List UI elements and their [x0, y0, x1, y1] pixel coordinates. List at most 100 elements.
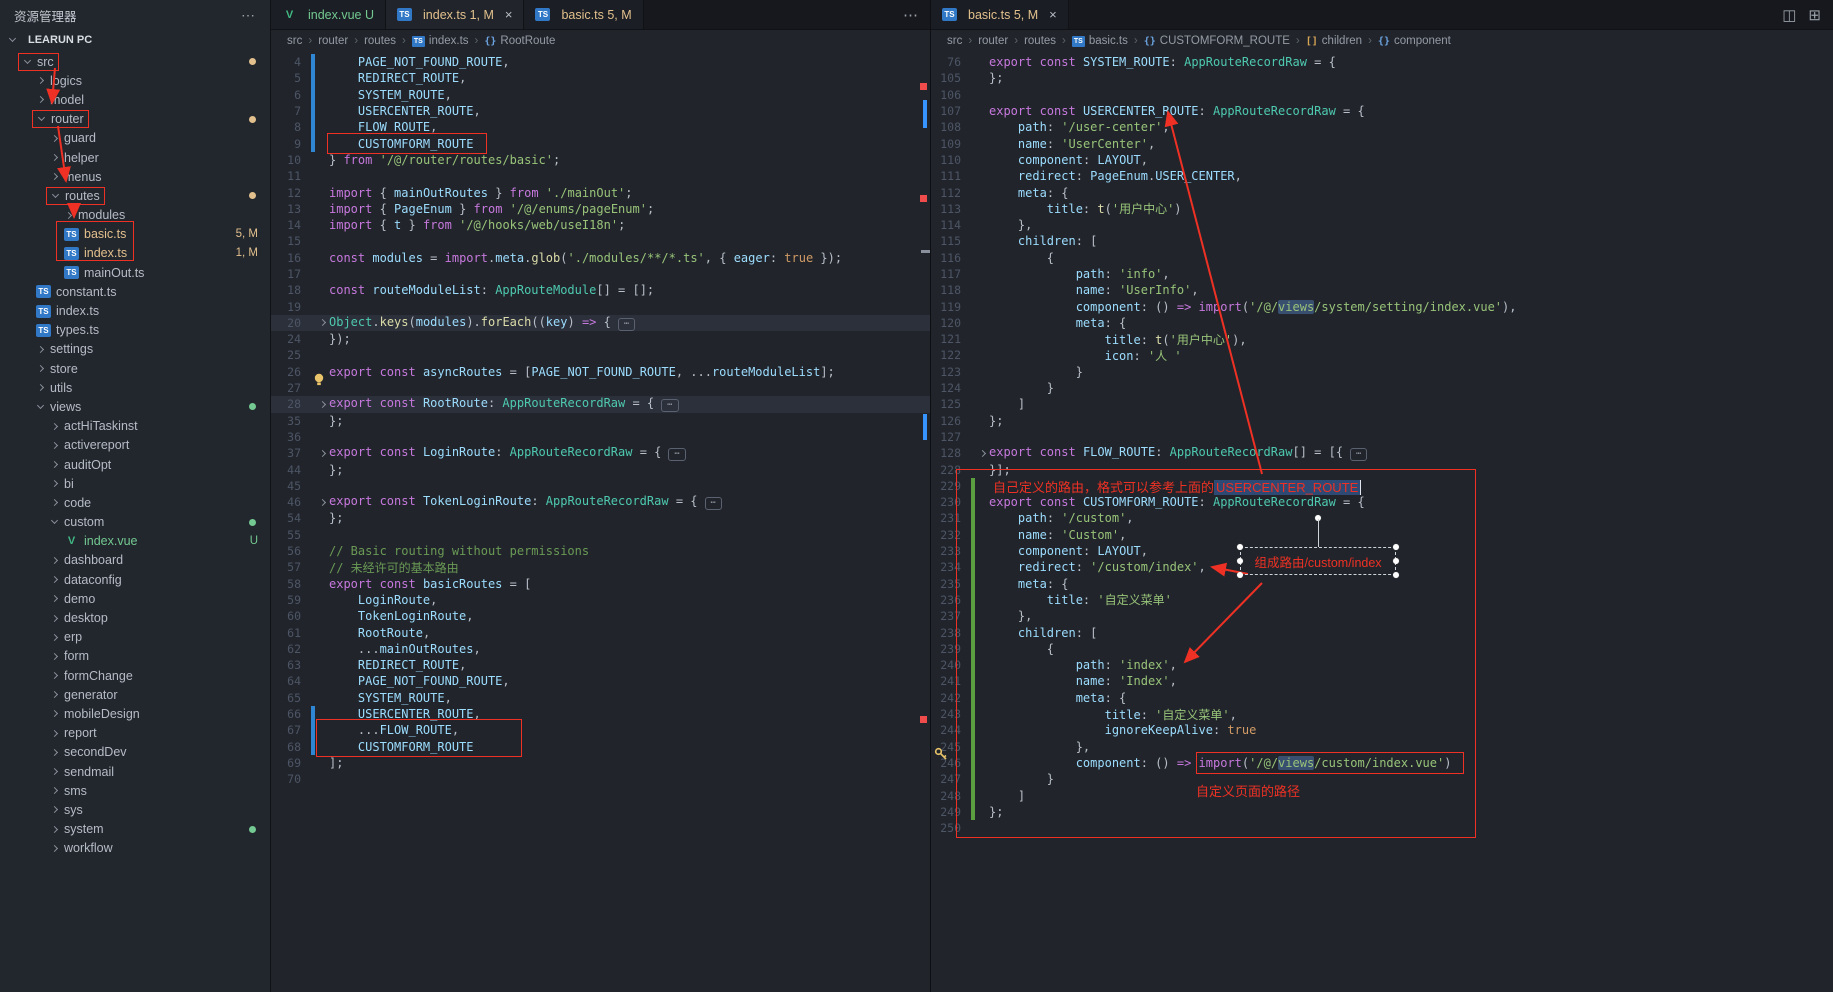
tree-item-secondDev[interactable]: secondDev — [0, 743, 270, 762]
breadcrumb-router[interactable]: router — [318, 35, 348, 47]
code-line-68[interactable]: 68 CUSTOMFORM_ROUTE — [271, 738, 930, 754]
tree-item-formChange[interactable]: formChange — [0, 666, 270, 685]
code-line-61[interactable]: 61 RootRoute, — [271, 624, 930, 640]
code-line-233[interactable]: 233 component: LAYOUT, — [931, 543, 1833, 559]
tree-item-settings[interactable]: settings — [0, 340, 270, 359]
code-line-242[interactable]: 242 meta: { — [931, 690, 1833, 706]
code-line-234[interactable]: 234 redirect: '/custom/index', — [931, 559, 1833, 575]
tree-item-report[interactable]: report — [0, 724, 270, 743]
tree-item-guard[interactable]: guard — [0, 129, 270, 148]
code-line-243[interactable]: 243 title: '自定义菜单', — [931, 706, 1833, 722]
tree-item-routes[interactable]: routes — [0, 186, 270, 205]
code-line-113[interactable]: 113 title: t('用户中心') — [931, 201, 1833, 217]
code-line-124[interactable]: 124 } — [931, 380, 1833, 396]
code-line-44[interactable]: 44}; — [271, 461, 930, 477]
tab-basic.ts[interactable]: TSbasic.ts 5, M — [524, 0, 643, 29]
code-line-12[interactable]: 12import { mainOutRoutes } from './mainO… — [271, 184, 930, 200]
code-line-232[interactable]: 232 name: 'Custom', — [931, 527, 1833, 543]
breadcrumb-RootRoute[interactable]: {}RootRoute — [484, 35, 555, 47]
code-line-111[interactable]: 111 redirect: PageEnum.USER_CENTER, — [931, 168, 1833, 184]
code-line-236[interactable]: 236 title: '自定义菜单' — [931, 592, 1833, 608]
tree-item-sys[interactable]: sys — [0, 800, 270, 819]
tree-item-menus[interactable]: menus — [0, 167, 270, 186]
layout-icon[interactable]: ⊞ — [1808, 6, 1821, 24]
code-line-116[interactable]: 116 { — [931, 250, 1833, 266]
tree-item-code[interactable]: code — [0, 493, 270, 512]
code-line-231[interactable]: 231 path: '/custom', — [931, 510, 1833, 526]
code-editor[interactable]: 76export const SYSTEM_ROUTE: AppRouteRec… — [931, 52, 1833, 992]
code-line-69[interactable]: 69]; — [271, 755, 930, 771]
code-line-76[interactable]: 76export const SYSTEM_ROUTE: AppRouteRec… — [931, 54, 1833, 70]
code-line-246[interactable]: 246 component: () => import('/@/views/cu… — [931, 755, 1833, 771]
tab-basic.ts[interactable]: TSbasic.ts 5, M× — [931, 0, 1069, 29]
code-line-105[interactable]: 105}; — [931, 70, 1833, 86]
code-line-60[interactable]: 60 TokenLoginRoute, — [271, 608, 930, 624]
breadcrumb-CUSTOMFORM_ROUTE[interactable]: {}CUSTOMFORM_ROUTE — [1144, 35, 1290, 47]
breadcrumb-router[interactable]: router — [978, 35, 1008, 47]
code-line-122[interactable]: 122 icon: '人 ' — [931, 347, 1833, 363]
code-line-54[interactable]: 54}; — [271, 510, 930, 526]
code-line-46[interactable]: 46export const TokenLoginRoute: AppRoute… — [271, 494, 930, 510]
tree-item-store[interactable]: store — [0, 359, 270, 378]
code-line-110[interactable]: 110 component: LAYOUT, — [931, 152, 1833, 168]
tree-item-index.ts[interactable]: TSindex.ts — [0, 301, 270, 320]
code-line-65[interactable]: 65 SYSTEM_ROUTE, — [271, 690, 930, 706]
code-line-230[interactable]: 230export const CUSTOMFORM_ROUTE: AppRou… — [931, 494, 1833, 510]
code-editor[interactable]: 4 PAGE_NOT_FOUND_ROUTE,5 REDIRECT_ROUTE,… — [271, 52, 930, 992]
code-line-249[interactable]: 249}; — [931, 804, 1833, 820]
explorer-more-icon[interactable]: ⋯ — [241, 7, 256, 24]
tree-item-model[interactable]: model — [0, 90, 270, 109]
tree-item-router[interactable]: router — [0, 110, 270, 129]
code-line-123[interactable]: 123 } — [931, 364, 1833, 380]
code-line-9[interactable]: 9 CUSTOMFORM_ROUTE — [271, 135, 930, 151]
code-line-17[interactable]: 17 — [271, 266, 930, 282]
breadcrumb-component[interactable]: {}component — [1378, 35, 1451, 47]
breadcrumb-routes[interactable]: routes — [364, 35, 396, 47]
tree-item-mobileDesign[interactable]: mobileDesign — [0, 704, 270, 723]
code-line-62[interactable]: 62 ...mainOutRoutes, — [271, 641, 930, 657]
code-line-237[interactable]: 237 }, — [931, 608, 1833, 624]
code-line-120[interactable]: 120 meta: { — [931, 315, 1833, 331]
tree-item-workflow[interactable]: workflow — [0, 839, 270, 858]
code-line-64[interactable]: 64 PAGE_NOT_FOUND_ROUTE, — [271, 673, 930, 689]
code-line-28[interactable]: 28export const RootRoute: AppRouteRecord… — [271, 396, 930, 412]
code-line-107[interactable]: 107export const USERCENTER_ROUTE: AppRou… — [931, 103, 1833, 119]
code-line-26[interactable]: 26export const asyncRoutes = [PAGE_NOT_F… — [271, 364, 930, 380]
code-line-37[interactable]: 37export const LoginRoute: AppRouteRecor… — [271, 445, 930, 461]
code-line-27[interactable]: 27 — [271, 380, 930, 396]
code-line-55[interactable]: 55 — [271, 527, 930, 543]
code-line-235[interactable]: 235 meta: { — [931, 576, 1833, 592]
code-line-118[interactable]: 118 name: 'UserInfo', — [931, 282, 1833, 298]
breadcrumb-routes[interactable]: routes — [1024, 35, 1056, 47]
tree-item-dashboard[interactable]: dashboard — [0, 551, 270, 570]
code-line-10[interactable]: 10} from '/@/router/routes/basic'; — [271, 152, 930, 168]
code-line-250[interactable]: 250 — [931, 820, 1833, 836]
tree-item-custom[interactable]: custom — [0, 513, 270, 532]
code-line-119[interactable]: 119 component: () => import('/@/views/sy… — [931, 298, 1833, 314]
tree-item-demo[interactable]: demo — [0, 589, 270, 608]
code-line-6[interactable]: 6 SYSTEM_ROUTE, — [271, 87, 930, 103]
tree-item-sendmail[interactable]: sendmail — [0, 762, 270, 781]
tree-item-mainOut.ts[interactable]: TSmainOut.ts — [0, 263, 270, 282]
tree-item-types.ts[interactable]: TStypes.ts — [0, 321, 270, 340]
tree-item-form[interactable]: form — [0, 647, 270, 666]
code-line-228[interactable]: 228}]; — [931, 461, 1833, 477]
code-line-125[interactable]: 125 ] — [931, 396, 1833, 412]
code-line-59[interactable]: 59 LoginRoute, — [271, 592, 930, 608]
code-line-248[interactable]: 248 ] — [931, 787, 1833, 803]
code-line-56[interactable]: 56// Basic routing without permissions — [271, 543, 930, 559]
code-line-128[interactable]: 128export const FLOW_ROUTE: AppRouteReco… — [931, 445, 1833, 461]
tree-item-logics[interactable]: logics — [0, 71, 270, 90]
code-line-114[interactable]: 114 }, — [931, 217, 1833, 233]
code-line-112[interactable]: 112 meta: { — [931, 184, 1833, 200]
tree-item-desktop[interactable]: desktop — [0, 608, 270, 627]
tree-item-index.vue[interactable]: Vindex.vueU — [0, 532, 270, 551]
code-line-244[interactable]: 244 ignoreKeepAlive: true — [931, 722, 1833, 738]
code-line-58[interactable]: 58export const basicRoutes = [ — [271, 576, 930, 592]
tree-item-basic.ts[interactable]: TSbasic.ts5, M — [0, 225, 270, 244]
code-line-25[interactable]: 25 — [271, 347, 930, 363]
code-line-24[interactable]: 24}); — [271, 331, 930, 347]
code-line-16[interactable]: 16const modules = import.meta.glob('./mo… — [271, 250, 930, 266]
tree-item-dataconfig[interactable]: dataconfig — [0, 570, 270, 589]
breadcrumb-basic.ts[interactable]: TSbasic.ts — [1072, 35, 1128, 47]
